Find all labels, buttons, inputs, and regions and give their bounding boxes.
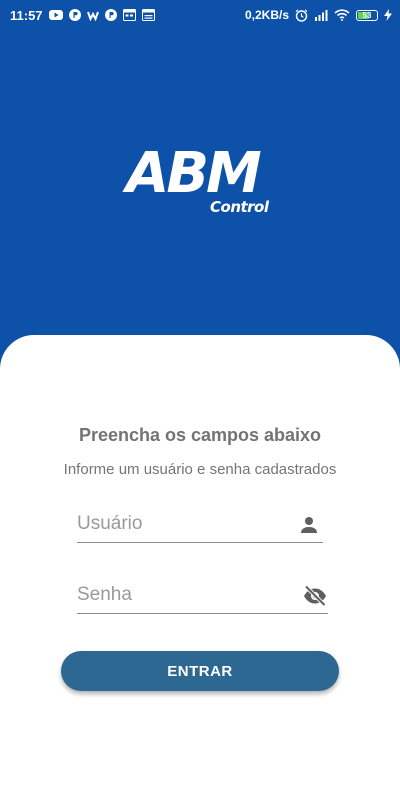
wifi-icon — [334, 9, 350, 21]
form-title: Preencha os campos abaixo — [78, 425, 322, 445]
alarm-icon — [295, 9, 308, 22]
news-icon — [141, 9, 155, 21]
p-app-icon — [68, 9, 81, 21]
status-right: 0,2KB/s 53 — [245, 8, 392, 22]
calendar-icon — [122, 9, 136, 21]
password-input[interactable] — [77, 578, 277, 612]
battery-level: 53 — [362, 10, 372, 20]
network-speed: 0,2KB/s — [244, 8, 289, 22]
p-app-icon — [104, 9, 117, 21]
password-field — [77, 578, 328, 614]
status-time: 11:57 — [10, 7, 43, 23]
status-left: 11:57 — [10, 8, 155, 23]
w-app-icon — [86, 9, 99, 21]
username-field — [77, 507, 323, 543]
login-card: Preencha os campos abaixo Informe um usu… — [0, 335, 400, 800]
youtube-icon — [48, 10, 63, 20]
signal-icon — [314, 9, 328, 21]
visibility-off-icon[interactable] — [302, 584, 326, 608]
battery-icon: 53 — [356, 9, 378, 21]
form-subtitle: Informe um usuário e senha cadastrados — [63, 461, 337, 478]
status-bar: 11:57 0,2KB/s 53 — [0, 0, 400, 30]
username-input[interactable] — [77, 507, 277, 541]
login-screen: 11:57 0,2KB/s 53 ABM Control Preencha os… — [0, 0, 400, 800]
login-button[interactable]: ENTRAR — [61, 651, 339, 691]
charging-icon — [384, 9, 392, 21]
app-logo: ABM Control — [126, 146, 278, 222]
logo-sub-text: Control — [210, 198, 269, 216]
logo-main-text: ABM — [126, 141, 262, 206]
person-icon — [297, 513, 321, 537]
